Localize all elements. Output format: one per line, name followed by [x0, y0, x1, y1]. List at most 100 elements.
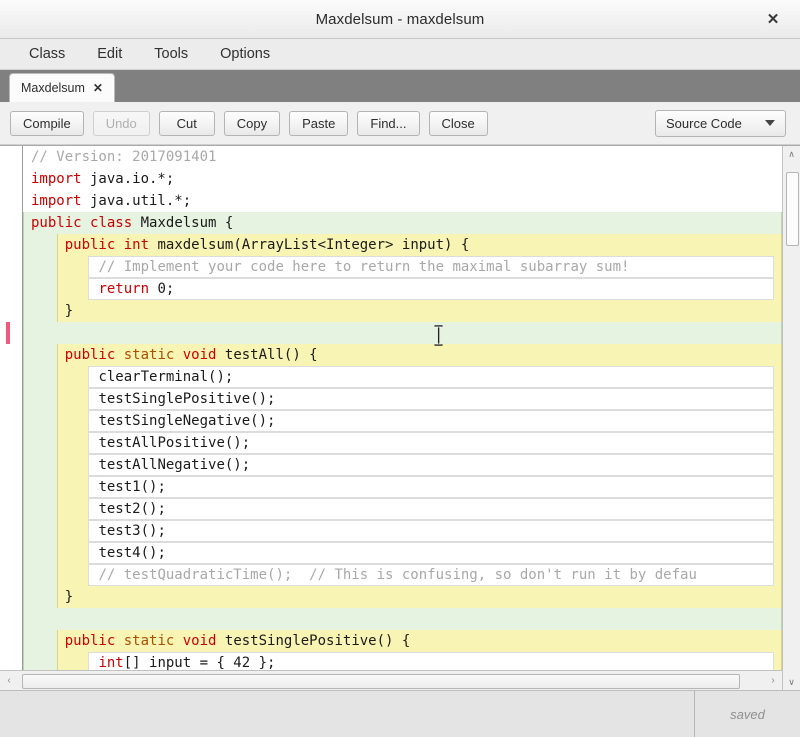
scroll-right-arrow-icon[interactable]: › [764, 671, 782, 690]
statement-scope-band [88, 520, 774, 542]
class-scope-band [23, 608, 782, 630]
code-token: Maxdelsum { [132, 215, 234, 231]
code-line-text: public static void testSinglePositive() … [23, 630, 411, 652]
code-line-text: testAllPositive(); [23, 432, 250, 454]
code-token: } [64, 589, 74, 605]
code-line[interactable]: test2(); [23, 498, 782, 520]
code-line-text: // Version: 2017091401 [23, 146, 216, 168]
paste-button[interactable]: Paste [289, 110, 349, 136]
code-line-text: return 0; [23, 278, 174, 300]
window-title: Maxdelsum - maxdelsum [315, 10, 485, 28]
editor-gutter[interactable] [0, 146, 23, 670]
compile-button[interactable]: Compile [10, 110, 84, 136]
code-line[interactable] [23, 322, 782, 344]
code-line[interactable]: test3(); [23, 520, 782, 542]
code-token: testAllNegative(); [98, 457, 251, 473]
code-token: testAllPositive(); [98, 435, 251, 451]
editor-pane: // Version: 2017091401 import java.io.*; i… [0, 145, 800, 690]
code-token: int [98, 655, 124, 670]
code-line-text: testAllNegative(); [23, 454, 250, 476]
horizontal-scrollbar[interactable]: ‹ › [0, 670, 782, 690]
horizontal-scroll-thumb[interactable] [21, 674, 740, 689]
cut-button[interactable]: Cut [158, 110, 215, 136]
menu-item-edit[interactable]: Edit [84, 43, 135, 65]
code-token: 0; [149, 281, 175, 297]
menu-item-options[interactable]: Options [207, 43, 283, 65]
code-line[interactable]: } [23, 586, 782, 608]
copy-button[interactable]: Copy [223, 110, 281, 136]
code-line-text: test2(); [23, 498, 165, 520]
code-line[interactable]: clearTerminal(); [23, 366, 782, 388]
code-line[interactable]: public static void testAll() { [23, 344, 782, 366]
view-mode-select[interactable]: Source Code [655, 109, 786, 137]
menu-item-tools[interactable]: Tools [141, 43, 201, 65]
code-line[interactable]: testSingleNegative(); [23, 410, 782, 432]
code-token: return [98, 281, 150, 297]
status-message [0, 691, 694, 737]
code-token: // testQuadraticTime(); // This is confu… [98, 567, 697, 583]
code-line[interactable]: } [23, 300, 782, 322]
code-viewport[interactable]: // Version: 2017091401 import java.io.*; i… [0, 146, 782, 670]
scroll-up-arrow-icon[interactable]: ∧ [783, 146, 800, 162]
code-token: static [123, 347, 175, 363]
editor-tab[interactable]: Maxdelsum ✕ [9, 73, 115, 102]
code-line[interactable]: testSinglePositive(); [23, 388, 782, 410]
menu-bar: Class Edit Tools Options [0, 39, 800, 70]
code-token: int [123, 237, 150, 253]
code-line[interactable] [23, 608, 782, 630]
code-line[interactable]: int[] input = { 42 }; [23, 652, 782, 670]
window-titlebar: Maxdelsum - maxdelsum ✕ [0, 0, 800, 39]
menu-item-class[interactable]: Class [16, 43, 78, 65]
code-token: clearTerminal(); [98, 369, 234, 385]
code-line[interactable]: return 0; [23, 278, 782, 300]
code-line-text: // testQuadraticTime(); // This is confu… [23, 564, 697, 586]
vertical-scroll-thumb[interactable] [786, 172, 799, 246]
scroll-down-arrow-icon[interactable]: ∨ [783, 674, 800, 690]
code-token: maxdelsum(ArrayList<Integer> input) { [149, 237, 470, 253]
code-line-text: test4(); [23, 542, 165, 564]
code-line[interactable]: // Version: 2017091401 [23, 146, 782, 168]
code-line-text: import java.util.*; [23, 190, 191, 212]
code-line-text: } [23, 300, 73, 322]
code-line[interactable]: testAllNegative(); [23, 454, 782, 476]
code-line-text: public int maxdelsum(ArrayList<Integer> … [23, 234, 470, 256]
code-line-text: test1(); [23, 476, 165, 498]
method-scope-band [56, 300, 782, 322]
code-line[interactable]: // Implement your code here to return th… [23, 256, 782, 278]
code-token: import [31, 193, 82, 209]
undo-button: Undo [92, 110, 150, 136]
code-line[interactable]: test1(); [23, 476, 782, 498]
find-button[interactable]: Find... [357, 110, 420, 136]
code-text-area[interactable]: // Version: 2017091401 import java.io.*; i… [23, 146, 782, 670]
editor-toolbar: Compile Undo Cut Copy Paste Find... Close Sour… [0, 102, 800, 145]
statement-scope-band [88, 476, 774, 498]
vertical-scroll-track[interactable] [783, 162, 800, 674]
code-line-text: public class Maxdelsum { [23, 212, 233, 234]
code-line[interactable]: public int maxdelsum(ArrayList<Integer> … [23, 234, 782, 256]
code-line[interactable]: public static void testSinglePositive() … [23, 630, 782, 652]
close-button[interactable]: Close [428, 110, 488, 136]
statement-scope-band [88, 498, 774, 520]
code-line-text: } [23, 586, 73, 608]
code-token: } [64, 303, 74, 319]
code-line[interactable]: test4(); [23, 542, 782, 564]
code-line-text: testSingleNegative(); [23, 410, 275, 432]
tab-close-icon[interactable]: ✕ [93, 82, 103, 94]
scroll-left-arrow-icon[interactable]: ‹ [0, 671, 18, 690]
window-close-button[interactable]: ✕ [756, 0, 790, 38]
code-line[interactable]: import java.io.*; [23, 168, 782, 190]
code-line[interactable]: // testQuadraticTime(); // This is confu… [23, 564, 782, 586]
code-line[interactable]: import java.util.*; [23, 190, 782, 212]
method-scope-band [56, 586, 782, 608]
code-token: testAll() { [216, 347, 318, 363]
code-line[interactable]: public class Maxdelsum { [23, 212, 782, 234]
code-token: testSingleNegative(); [98, 413, 276, 429]
tab-strip: Maxdelsum ✕ [0, 70, 800, 102]
vertical-scrollbar[interactable]: ∧ ∨ [782, 146, 800, 690]
code-token: // Version: 2017091401 [31, 149, 217, 165]
code-line[interactable]: testAllPositive(); [23, 432, 782, 454]
horizontal-scroll-track[interactable] [18, 671, 764, 690]
